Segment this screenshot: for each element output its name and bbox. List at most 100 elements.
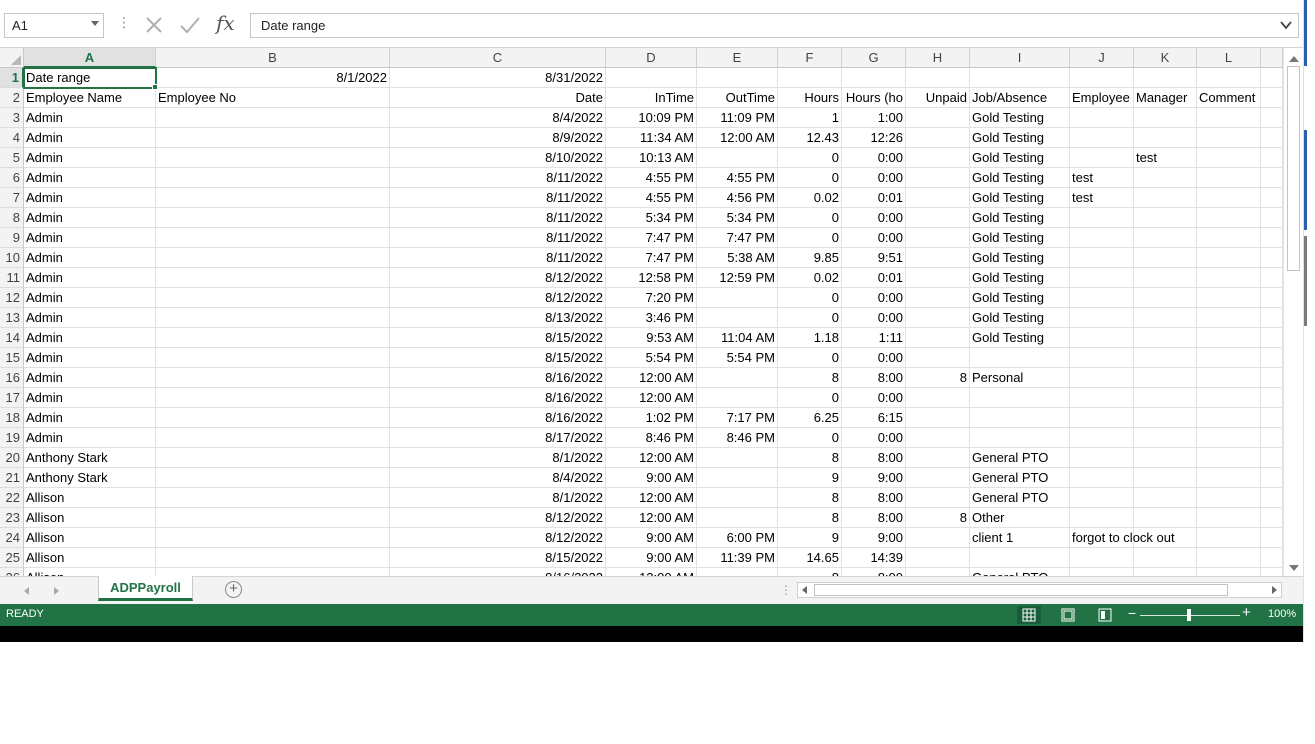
cell-h12[interactable] [906, 288, 970, 308]
zoom-slider-thumb[interactable] [1187, 609, 1191, 621]
cell-e22[interactable] [697, 488, 778, 508]
row-header[interactable]: 12 [0, 288, 24, 308]
scroll-right-icon[interactable] [1272, 586, 1277, 594]
cell-l7[interactable] [1197, 188, 1261, 208]
row-header[interactable]: 2 [0, 88, 24, 108]
cell-g6[interactable]: 0:00 [842, 168, 906, 188]
cell-i3[interactable]: Gold Testing [970, 108, 1070, 128]
cell-g8[interactable]: 0:00 [842, 208, 906, 228]
cell-e25[interactable]: 11:39 PM [697, 548, 778, 568]
cell-h20[interactable] [906, 448, 970, 468]
cell-g5[interactable]: 0:00 [842, 148, 906, 168]
zoom-out-button[interactable]: − [1128, 605, 1136, 621]
cell-d1[interactable] [606, 68, 697, 88]
cell-h6[interactable] [906, 168, 970, 188]
cell-k5[interactable]: test [1134, 148, 1197, 168]
cell-k16[interactable] [1134, 368, 1197, 388]
cell-a8[interactable]: Admin [24, 208, 156, 228]
row-header[interactable]: 26 [0, 568, 24, 576]
row-header[interactable]: 18 [0, 408, 24, 428]
cell-b6[interactable] [156, 168, 390, 188]
cell-f18[interactable]: 6.25 [778, 408, 842, 428]
cell-j18[interactable] [1070, 408, 1134, 428]
scroll-left-icon[interactable] [802, 586, 807, 594]
cell-b3[interactable] [156, 108, 390, 128]
cell-a6[interactable]: Admin [24, 168, 156, 188]
cell-j6[interactable]: test [1070, 168, 1134, 188]
cell-l15[interactable] [1197, 348, 1261, 368]
row-header[interactable]: 14 [0, 328, 24, 348]
cell-c25[interactable]: 8/15/2022 [390, 548, 606, 568]
cell-f16[interactable]: 8 [778, 368, 842, 388]
spreadsheet-grid[interactable]: ABCDEFGHIJKL 1 2 3 4 5 6 7 8 9 10 11 12 13 14 15 16 17 18… [0, 48, 1283, 576]
cell-j5[interactable] [1070, 148, 1134, 168]
column-header-j[interactable]: J [1070, 48, 1134, 68]
fill-handle[interactable] [152, 84, 158, 90]
insert-function-icon[interactable]: fx [216, 11, 235, 35]
sheet-tab-adppayroll[interactable]: ADPPayroll [98, 576, 193, 601]
cell-i8[interactable]: Gold Testing [970, 208, 1070, 228]
cell-e8[interactable]: 5:34 PM [697, 208, 778, 228]
cell-l25[interactable] [1197, 548, 1261, 568]
row-header[interactable]: 10 [0, 248, 24, 268]
cell-b2[interactable]: Employee No [156, 88, 390, 108]
cell-l21[interactable] [1197, 468, 1261, 488]
cell-c20[interactable]: 8/1/2022 [390, 448, 606, 468]
cell-j24[interactable]: forgot to clock out [1070, 528, 1175, 548]
enter-check-icon[interactable] [179, 15, 201, 35]
cell-a26[interactable]: Allison [24, 568, 156, 576]
cell-e12[interactable] [697, 288, 778, 308]
cell-d4[interactable]: 11:34 AM [606, 128, 697, 148]
column-header-c[interactable]: C [390, 48, 606, 68]
page-layout-view-icon[interactable] [1056, 606, 1080, 624]
row-header[interactable]: 1 [0, 68, 24, 88]
row-header[interactable]: 25 [0, 548, 24, 568]
cell-a3[interactable]: Admin [24, 108, 156, 128]
column-header-b[interactable]: B [156, 48, 390, 68]
cell-d21[interactable]: 9:00 AM [606, 468, 697, 488]
cell-j20[interactable] [1070, 448, 1134, 468]
cell-k18[interactable] [1134, 408, 1197, 428]
cell-k7[interactable] [1134, 188, 1197, 208]
cell-c6[interactable]: 8/11/2022 [390, 168, 606, 188]
page-break-view-icon[interactable] [1093, 606, 1117, 624]
cell-f21[interactable]: 9 [778, 468, 842, 488]
cell-f24[interactable]: 9 [778, 528, 842, 548]
cell-k20[interactable] [1134, 448, 1197, 468]
cell-g16[interactable]: 8:00 [842, 368, 906, 388]
cell-l16[interactable] [1197, 368, 1261, 388]
cell-a7[interactable]: Admin [24, 188, 156, 208]
cell-e9[interactable]: 7:47 PM [697, 228, 778, 248]
cell-f20[interactable]: 8 [778, 448, 842, 468]
cell-k17[interactable] [1134, 388, 1197, 408]
cell-c24[interactable]: 8/12/2022 [390, 528, 606, 548]
cell-j23[interactable] [1070, 508, 1134, 528]
cell-e7[interactable]: 4:56 PM [697, 188, 778, 208]
cell-l23[interactable] [1197, 508, 1261, 528]
column-header-h[interactable]: H [906, 48, 970, 68]
cell-l12[interactable] [1197, 288, 1261, 308]
cell-i18[interactable] [970, 408, 1070, 428]
cell-e18[interactable]: 7:17 PM [697, 408, 778, 428]
cell-k6[interactable] [1134, 168, 1197, 188]
cell-d25[interactable]: 9:00 AM [606, 548, 697, 568]
cell-f5[interactable]: 0 [778, 148, 842, 168]
cell-d15[interactable]: 5:54 PM [606, 348, 697, 368]
row-header[interactable]: 21 [0, 468, 24, 488]
row-header[interactable]: 15 [0, 348, 24, 368]
cell-l3[interactable] [1197, 108, 1261, 128]
cell-d6[interactable]: 4:55 PM [606, 168, 697, 188]
column-header-l[interactable]: L [1197, 48, 1261, 68]
cell-k4[interactable] [1134, 128, 1197, 148]
cell-c11[interactable]: 8/12/2022 [390, 268, 606, 288]
normal-view-icon[interactable] [1017, 606, 1041, 624]
cell-c12[interactable]: 8/12/2022 [390, 288, 606, 308]
cell-b14[interactable] [156, 328, 390, 348]
cell-j7[interactable]: test [1070, 188, 1134, 208]
cell-j2[interactable]: Employee [1070, 88, 1134, 108]
cell-c16[interactable]: 8/16/2022 [390, 368, 606, 388]
cell-i23[interactable]: Other [970, 508, 1070, 528]
cell-c26[interactable]: 8/16/2022 [390, 568, 606, 576]
cell-l19[interactable] [1197, 428, 1261, 448]
cell-d17[interactable]: 12:00 AM [606, 388, 697, 408]
